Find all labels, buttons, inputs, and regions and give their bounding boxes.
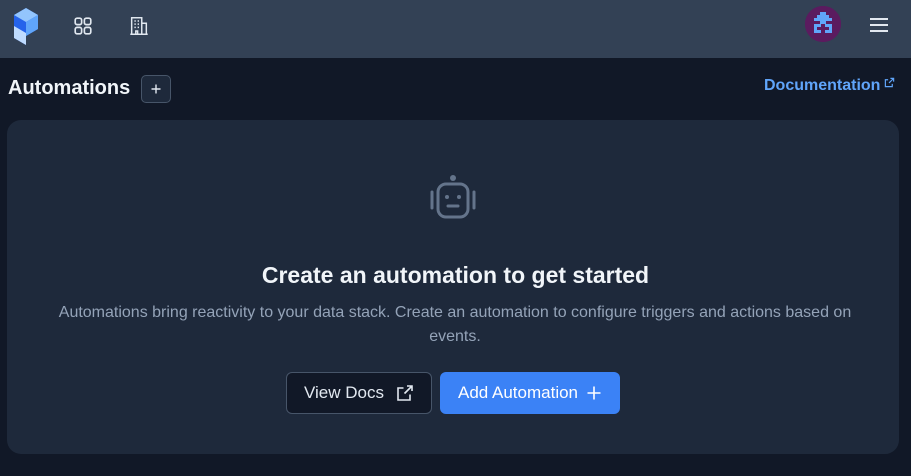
building-icon <box>130 17 148 35</box>
user-avatar-icon <box>805 6 841 42</box>
robot-icon <box>430 175 476 219</box>
external-link-icon <box>885 77 895 88</box>
top-navigation-bar <box>0 0 911 58</box>
main-menu-button[interactable] <box>864 10 894 40</box>
user-avatar[interactable] <box>805 6 841 42</box>
empty-state-title: Create an automation to get started <box>261 262 650 288</box>
add-automation-label: Add Automation <box>457 383 579 402</box>
plus-icon <box>587 386 601 400</box>
documentation-link-label: Documentation <box>764 77 881 94</box>
view-docs-button[interactable]: View Docs <box>286 372 432 414</box>
external-link-icon <box>397 385 413 401</box>
dashboard-grid-button[interactable] <box>67 10 99 42</box>
page-title: Automations <box>8 77 131 99</box>
empty-state-description: Automations bring reactivity to your dat… <box>58 304 852 345</box>
prefect-logo-icon[interactable] <box>10 6 42 46</box>
documentation-link[interactable]: Documentation <box>764 77 895 95</box>
hamburger-menu-icon <box>870 18 888 32</box>
workspace-button[interactable] <box>123 10 155 42</box>
view-docs-label: View Docs <box>304 383 384 402</box>
add-automation-button[interactable]: Add Automation <box>440 372 620 414</box>
plus-icon <box>151 84 161 94</box>
grid-icon <box>74 17 92 35</box>
add-automation-icon-button[interactable] <box>141 75 171 103</box>
